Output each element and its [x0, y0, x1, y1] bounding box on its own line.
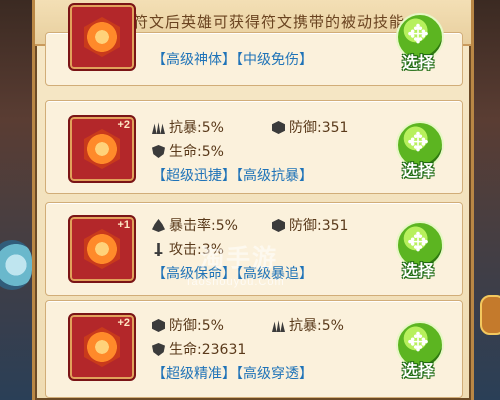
rune-icon: +2: [68, 115, 136, 183]
hex-shield-icon: [272, 219, 285, 232]
rune-level: +1: [117, 219, 130, 231]
stat: 防御:351: [272, 215, 348, 235]
tag-label: 【中级免伤】: [236, 52, 313, 68]
tag-label: 【超级迅捷】: [152, 168, 236, 184]
fire-icon: [152, 219, 165, 232]
rune-icon: +2: [68, 313, 136, 381]
rune-tags: 【超级迅捷】【高级抗暴】: [152, 165, 313, 185]
rune-icon: +1: [68, 215, 136, 283]
rune-tags: 【超级精准】【高级穿透】: [152, 363, 313, 383]
select-button[interactable]: ✥ 选择: [388, 121, 448, 193]
stat: 抗暴:5%: [272, 315, 344, 335]
rune-card: +2 防御:5% 抗暴:5% 生命:23631 【超级精准】【高级穿透】 ✥ 选…: [45, 300, 463, 398]
watermark-subtext: Taoshouyou.Com: [185, 276, 285, 288]
move-arrows-icon: ✥: [407, 228, 429, 258]
move-arrows-icon: ✥: [407, 128, 429, 158]
move-arrows-icon: ✥: [407, 328, 429, 358]
rune-level: +2: [117, 119, 130, 131]
select-label: 选择: [401, 261, 434, 280]
side-menu-icon[interactable]: [0, 240, 32, 290]
hex-shield-icon: [272, 121, 285, 134]
stat: 防御:5%: [152, 315, 224, 335]
stat: 防御:351: [272, 117, 348, 137]
claw-icon: [272, 320, 285, 332]
tag-label: 【高级抗暴】: [236, 168, 313, 184]
select-label: 选择: [401, 361, 434, 380]
hex-heart-icon: [152, 343, 165, 356]
rune-icon: [68, 3, 136, 71]
hex-shield-icon: [152, 319, 165, 332]
rune-tags: 【高级神体】【中级免伤】: [152, 49, 313, 69]
claw-icon: [152, 122, 165, 134]
tag-label: 【高级穿透】: [236, 366, 313, 382]
rune-card: +2 抗暴:5% 防御:351 生命:5% 【超级迅捷】【高级抗暴】 ✥ 选择: [45, 100, 463, 194]
select-button[interactable]: ✥ 选择: [388, 13, 448, 85]
select-label: 选择: [401, 161, 434, 180]
stat: 抗暴:5%: [152, 117, 224, 137]
select-button[interactable]: ✥ 选择: [388, 321, 448, 393]
stat: 暴击率:5%: [152, 215, 238, 235]
side-badge-icon[interactable]: [480, 295, 500, 335]
stat: 生命:23631: [152, 339, 246, 359]
move-arrows-icon: ✥: [407, 20, 429, 50]
rune-level: +2: [117, 317, 130, 329]
select-button[interactable]: ✥ 选择: [388, 221, 448, 293]
tag-label: 【超级精准】: [152, 366, 236, 382]
tag-label: 【高级神体】: [152, 52, 236, 68]
rune-card: 【高级神体】【中级免伤】 ✥ 选择: [45, 3, 463, 86]
sword-icon: [154, 243, 163, 256]
select-label: 选择: [401, 53, 434, 72]
stat: 生命:5%: [152, 141, 224, 161]
hex-heart-icon: [152, 145, 165, 158]
rune-panel: 穿戴符文后英雄可获得符文携带的被动技能 【高级神体】【中级免伤】 ✥ 选择 +2: [32, 0, 474, 400]
watermark-text: 淘手游: [200, 244, 278, 272]
